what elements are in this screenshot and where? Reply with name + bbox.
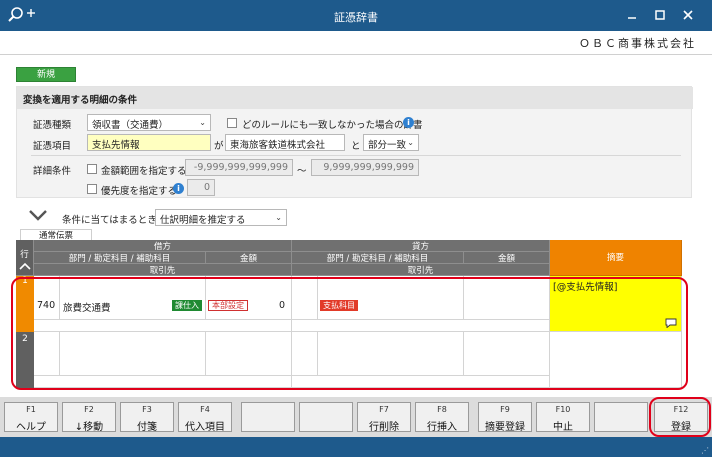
rule-label: 条件に当てはまるとき <box>62 215 157 226</box>
fkey-number: F7 <box>379 405 389 414</box>
function-key-bar: F1 ヘルプ F2 ↓移動 F3 付箋 F4 代入項目 F7 行削除 F8 行挿入 F9 摘要… <box>0 397 712 437</box>
priority-checkbox[interactable] <box>87 184 97 194</box>
chevron-down-icon: ⌄ <box>275 213 282 222</box>
debit-partner-header: 取引先 <box>34 264 292 276</box>
fkey-number: F9 <box>500 405 510 414</box>
divider <box>31 155 681 156</box>
item-field[interactable]: 支払先情報 <box>87 134 211 151</box>
chevron-down-icon: ⌄ <box>407 138 414 147</box>
fkey-number: F1 <box>26 405 36 414</box>
chevron-down-icon: ⌄ <box>199 118 206 127</box>
resize-grip-icon[interactable]: ⋰ <box>701 446 709 455</box>
company-name: ＯＢＣ商事株式会社 <box>579 37 696 50</box>
match-mode-select[interactable]: 部分一致 ⌄ <box>363 134 419 151</box>
f1-help-button[interactable]: F1 ヘルプ <box>4 402 58 433</box>
credit-account-header: 部門 / 勘定科目 / 補助科目 <box>292 252 464 264</box>
debit-header: 借方 <box>34 240 292 252</box>
row-header-label: 行 <box>20 250 29 260</box>
voucher-type-label: 証憑種類 <box>33 120 72 131</box>
conditions-header: 変換を適用する明細の条件 <box>17 87 693 109</box>
f3-sticky-button[interactable]: F3 付箋 <box>120 402 174 433</box>
window-title: 証憑辞書 <box>334 11 378 24</box>
match-text-field[interactable]: 東海旅客鉄道株式会社 <box>225 134 345 151</box>
fkey-label: ヘルプ <box>16 422 46 433</box>
no-match-label: どのルールにも一致しなかった場合の辞書 <box>242 120 423 131</box>
fkey-number: F4 <box>200 405 210 414</box>
chevron-up-icon[interactable] <box>18 262 31 270</box>
fkey-number: F2 <box>84 405 94 414</box>
mode-badge: 新規 <box>16 67 76 82</box>
status-bar: ⋰ <box>0 437 712 457</box>
f9-memo-register-button[interactable]: F9 摘要登録 <box>478 402 532 433</box>
to-label: と <box>351 141 361 152</box>
priority-label: 優先度を指定する <box>101 186 178 197</box>
f10-cancel-button[interactable]: F10 中止 <box>536 402 590 433</box>
fkey-label: 行削除 <box>369 422 399 433</box>
amount-min-field[interactable]: -9,999,999,999,999 <box>185 159 293 176</box>
f8-insert-row-button[interactable]: F8 行挿入 <box>415 402 469 433</box>
register-highlight-frame <box>649 397 711 437</box>
header-divider <box>0 54 712 55</box>
voucher-type-value: 領収書（交通費） <box>92 120 169 131</box>
row-header-column: 行 <box>16 240 34 276</box>
f4-substitute-button[interactable]: F4 代入項目 <box>178 402 232 433</box>
rule-action-value: 仕訳明細を推定する <box>160 215 246 226</box>
credit-partner-header: 取引先 <box>292 264 550 276</box>
memo-header: 摘要 <box>550 240 682 276</box>
info-icon[interactable]: i <box>173 183 184 194</box>
title-bar: 証憑辞書 <box>0 0 712 31</box>
amount-max-field[interactable]: 9,999,999,999,999 <box>311 159 419 176</box>
fkey-label: 中止 <box>553 422 573 433</box>
close-icon[interactable] <box>680 7 696 23</box>
fkey-number: F10 <box>555 405 571 414</box>
no-match-checkbox[interactable] <box>227 118 237 128</box>
maximize-icon[interactable] <box>652 7 668 23</box>
amount-range-checkbox[interactable] <box>87 164 97 174</box>
item-label: 証憑項目 <box>33 141 72 152</box>
rule-action-select[interactable]: 仕訳明細を推定する ⌄ <box>155 209 287 226</box>
fkey-label: ↓移動 <box>74 422 104 433</box>
debit-account-header: 部門 / 勘定科目 / 補助科目 <box>34 252 206 264</box>
conditions-panel: 変換を適用する明細の条件 証憑種類 領収書（交通費） ⌄ どのルールにも一致しな… <box>16 86 693 198</box>
grid-highlight-frame <box>11 277 688 390</box>
f6-blank-button[interactable] <box>299 402 353 432</box>
chevron-down-icon[interactable] <box>28 208 48 222</box>
info-icon[interactable]: i <box>403 117 414 128</box>
f11-blank-button[interactable] <box>594 402 648 432</box>
fkey-label: 行挿入 <box>427 422 457 433</box>
fkey-label: 付箋 <box>137 422 157 433</box>
f7-delete-row-button[interactable]: F7 行削除 <box>357 402 411 433</box>
amount-range-label: 金額範囲を指定する <box>101 166 187 177</box>
tilde-label: ～ <box>297 166 307 177</box>
priority-field[interactable]: 0 <box>187 179 215 196</box>
detail-label: 詳細条件 <box>33 166 72 177</box>
voucher-type-select[interactable]: 領収書（交通費） ⌄ <box>87 114 211 131</box>
match-mode-value: 部分一致 <box>368 140 407 151</box>
f2-move-button[interactable]: F2 ↓移動 <box>62 402 116 433</box>
fkey-number: F3 <box>142 405 152 414</box>
fkey-label: 代入項目 <box>185 422 225 433</box>
credit-header: 貸方 <box>292 240 550 252</box>
credit-amount-header: 金額 <box>464 252 550 264</box>
f5-blank-button[interactable] <box>241 402 295 432</box>
fkey-label: 摘要登録 <box>485 422 525 433</box>
ga-label: が <box>214 141 224 152</box>
fkey-number: F8 <box>437 405 447 414</box>
minimize-icon[interactable] <box>624 7 640 23</box>
debit-amount-header: 金額 <box>206 252 292 264</box>
